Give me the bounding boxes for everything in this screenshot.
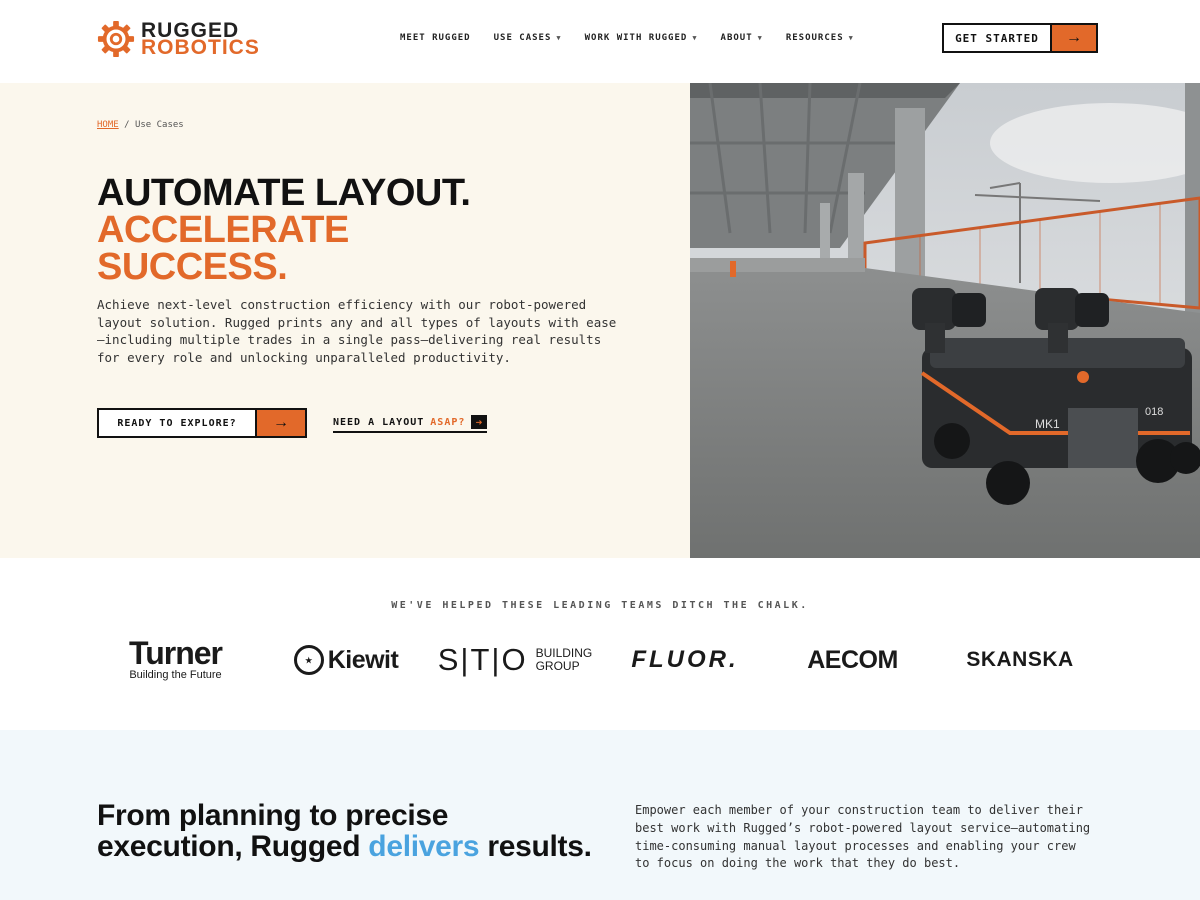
get-started-label: GET STARTED (955, 31, 1039, 45)
partner-logo-sto: S|T|O BUILDING GROUP (437, 635, 593, 685)
chevron-down-icon: ▼ (556, 34, 562, 42)
need-layout-label: NEED A LAYOUT (333, 416, 425, 428)
value-heading-part2: results. (479, 830, 592, 863)
main-nav: MEET RUGGED USE CASES ▼ WORK WITH RUGGED… (400, 33, 877, 43)
nav-item-label: USE CASES (493, 33, 552, 43)
hero-headline-line3: SUCCESS. (97, 246, 288, 288)
breadcrumb-home-link[interactable]: HOME (97, 120, 119, 130)
value-heading-highlight: delivers (368, 830, 480, 863)
asap-highlight: ASAP? (430, 416, 466, 428)
partner-logo-skanska: SKANSKA (966, 648, 1074, 671)
arrow-right-icon: → (255, 410, 305, 436)
need-layout-asap-link[interactable]: NEED A LAYOUT ASAP? ➜ (333, 415, 488, 433)
value-heading: From planning to precise execution, Rugg… (97, 800, 597, 862)
ready-to-explore-label: READY TO EXPLORE? (117, 417, 237, 429)
sto-wordmark: S|T|O (437, 642, 528, 677)
hero-headline-line1: AUTOMATE LAYOUT. (97, 172, 471, 214)
partner-logo-aecom: AECOM (807, 645, 898, 674)
nav-item-label: WORK WITH RUGGED (584, 33, 688, 43)
turner-wordmark: Turner (129, 635, 223, 671)
turner-tagline: Building the Future (129, 669, 222, 681)
nav-item-label: RESOURCES (785, 33, 844, 43)
chevron-down-icon: ▼ (692, 34, 698, 42)
construction-site-illustration: MK1 018 (690, 83, 1200, 558)
svg-text:MK1: MK1 (1035, 417, 1060, 431)
value-description: Empower each member of your construction… (635, 803, 1091, 871)
brand-name-line2: ROBOTICS (141, 36, 260, 59)
breadcrumb-separator: / (124, 120, 130, 130)
arrow-right-icon: ➜ (471, 415, 488, 429)
partner-logo-fluor: FLUOR. (631, 646, 739, 673)
breadcrumb-current: Use Cases (134, 120, 184, 130)
sto-subtitle: BUILDING GROUP (536, 647, 593, 673)
brand-logo[interactable]: RUGGED ROBOTICS (97, 20, 260, 58)
breadcrumb: HOME / Use Cases (97, 120, 184, 130)
site-header: RUGGED ROBOTICS MEET RUGGED USE CASES ▼ … (0, 0, 1200, 83)
hero-robot-photo: MK1 018 (690, 83, 1200, 558)
partners-title: WE'VE HELPED THESE LEADING TEAMS DITCH T… (391, 600, 809, 611)
nav-item-work-with-rugged[interactable]: WORK WITH RUGGED ▼ (585, 33, 698, 43)
hero-headline-line2: ACCELERATE (97, 209, 349, 251)
sto-subtitle-line1: BUILDING (535, 646, 593, 660)
chevron-down-icon: ▼ (848, 34, 854, 42)
hero-description: Achieve next-level construction efficien… (97, 297, 617, 366)
gear-logo-icon (97, 20, 135, 58)
svg-text:018: 018 (1145, 406, 1163, 418)
ready-to-explore-button[interactable]: READY TO EXPLORE? → (97, 408, 307, 438)
nav-item-meet-rugged[interactable]: MEET RUGGED (400, 33, 471, 43)
nav-item-resources[interactable]: RESOURCES ▼ (786, 33, 854, 43)
partner-logo-turner: Turner Building the Future (113, 635, 238, 685)
nav-item-use-cases[interactable]: USE CASES ▼ (494, 33, 562, 43)
partner-logo-kiewit: ★ Kiewit (276, 635, 416, 685)
kiewit-wordmark: Kiewit (327, 645, 399, 674)
nav-item-label: MEET RUGGED (400, 33, 471, 43)
hero-headline: AUTOMATE LAYOUT. ACCELERATE SUCCESS. (97, 172, 471, 288)
nav-item-label: ABOUT (720, 33, 753, 43)
kiewit-seal-icon: ★ (293, 645, 324, 675)
nav-item-about[interactable]: ABOUT ▼ (721, 33, 763, 43)
sto-subtitle-line2: GROUP (535, 659, 580, 673)
arrow-right-icon: → (1050, 25, 1096, 51)
get-started-button[interactable]: GET STARTED → (942, 23, 1098, 53)
chevron-down-icon: ▼ (757, 34, 763, 42)
